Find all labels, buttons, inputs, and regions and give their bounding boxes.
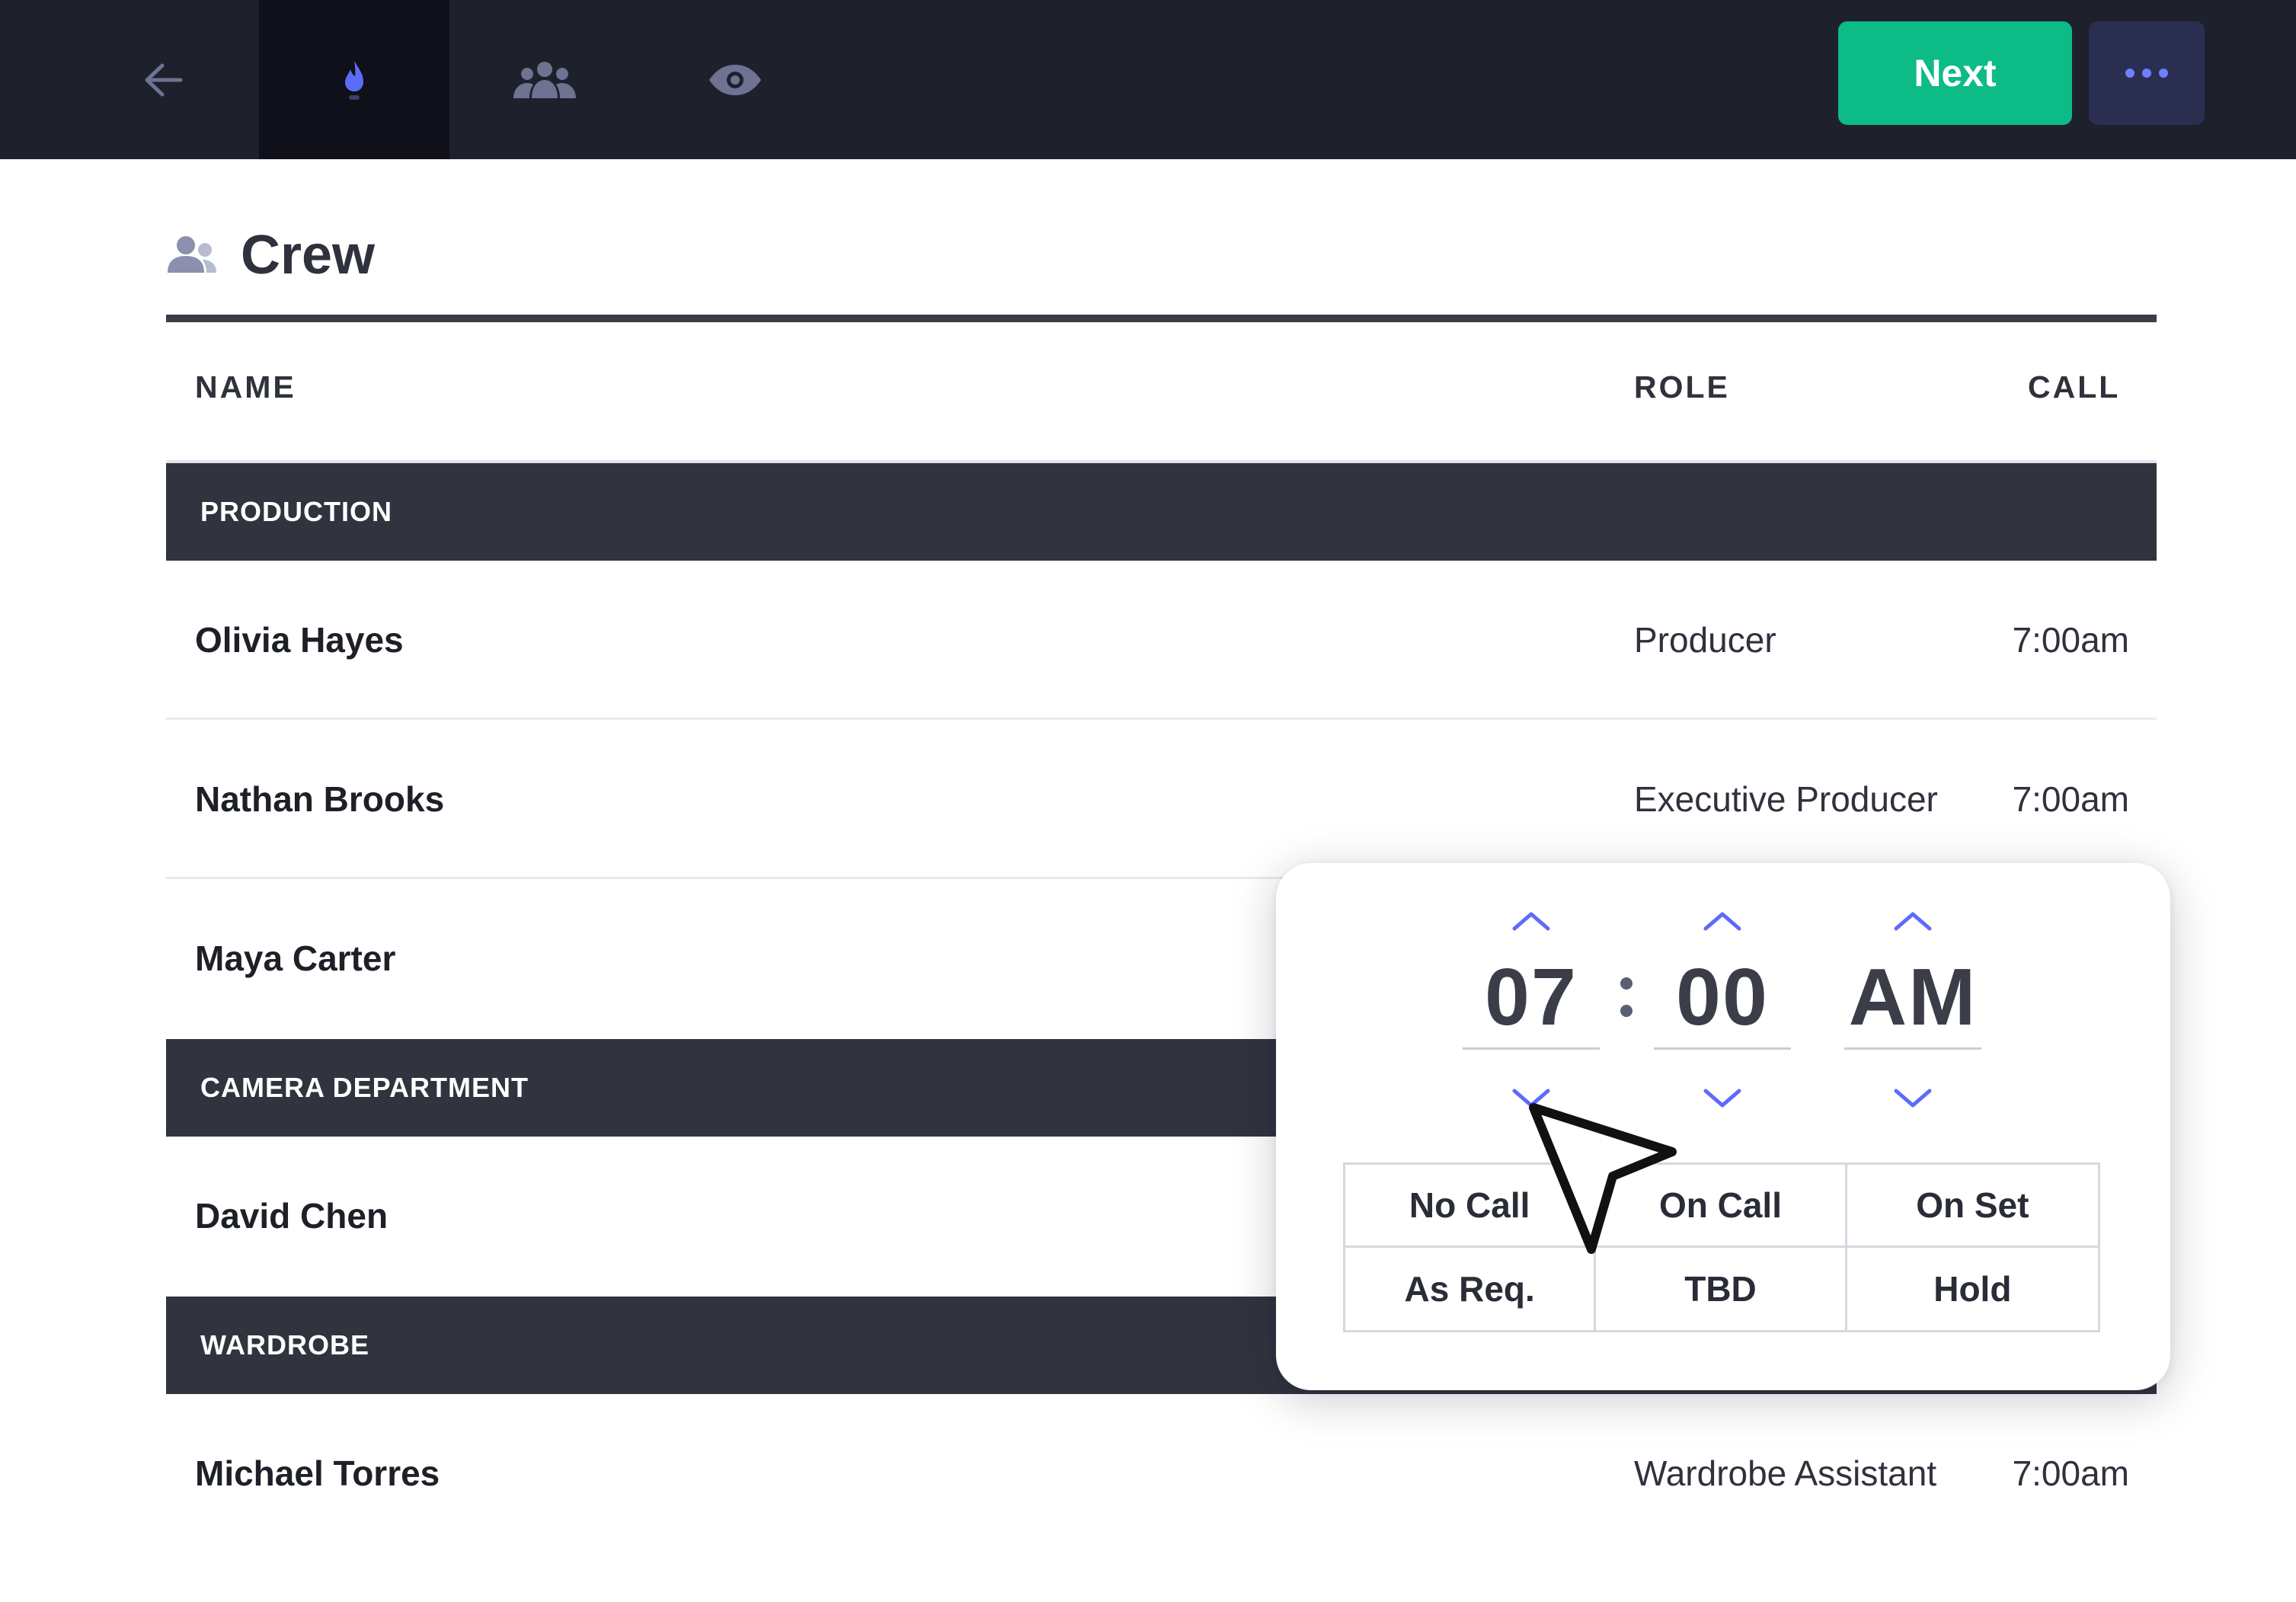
option-as-required[interactable]: As Req. [1345,1247,1597,1330]
time-separator [1615,956,1638,1032]
crew-call-time[interactable]: 7:00am [2013,1394,2129,1552]
column-header-role[interactable]: ROLE [1634,369,1730,405]
group-label: PRODUCTION [200,496,392,527]
title-divider [166,315,2157,322]
option-hold[interactable]: Hold [1847,1248,2098,1331]
eye-icon [709,64,761,95]
column-header-call[interactable]: CALL [2028,369,2120,405]
crew-call-time[interactable]: 7:00am [2013,561,2129,719]
table-row[interactable]: Michael Torres Wardrobe Assistant 7:00am [166,1394,2157,1552]
tab-preview[interactable] [640,0,830,159]
option-on-call[interactable]: On Call [1596,1165,1847,1248]
table-row[interactable]: Olivia Hayes Producer 7:00am [166,561,2157,719]
minute-underline [1654,1047,1791,1050]
minute-increment-button[interactable] [1700,906,1745,936]
group-label: WARDROBE [200,1329,369,1361]
crew-role: Executive Producer [1634,779,1938,819]
more-options-button[interactable] [2089,21,2205,125]
chevron-up-icon [1894,912,1932,931]
chevron-down-icon [1894,1089,1932,1108]
top-toolbar: Next [0,0,2296,159]
crew-role: Producer [1634,620,1776,660]
group-label: CAMERA DEPARTMENT [200,1072,529,1103]
period-underline [1844,1047,1981,1050]
period-increment-button[interactable] [1890,906,1936,936]
option-tbd[interactable]: TBD [1596,1247,1847,1330]
people-icon [168,236,216,273]
option-no-call[interactable]: No Call [1345,1165,1597,1248]
next-button[interactable]: Next [1838,21,2072,125]
crew-name: Olivia Hayes [195,620,404,660]
minute-value[interactable]: 00 [1654,951,1791,1043]
hour-increment-button[interactable] [1508,906,1554,936]
group-header-production: PRODUCTION [166,463,2157,561]
chevron-up-icon [1703,912,1741,931]
chevron-down-icon [1512,1089,1550,1108]
crew-role: Wardrobe Assistant [1634,1453,1937,1493]
period-decrement-button[interactable] [1890,1083,1936,1114]
ellipsis-icon [2125,69,2168,78]
back-button[interactable] [67,0,257,159]
period-value[interactable]: AM [1844,951,1981,1043]
flame-icon [345,59,363,100]
chevron-up-icon [1512,912,1550,931]
chevron-down-icon [1703,1089,1741,1108]
crew-name: Michael Torres [195,1453,440,1493]
tab-call-sheet[interactable] [259,0,449,159]
option-on-set[interactable]: On Set [1847,1165,2098,1248]
crew-section-header: Crew [166,221,375,289]
back-arrow-icon [145,63,183,96]
crew-name: Nathan Brooks [195,779,445,819]
column-header-name[interactable]: NAME [195,369,296,405]
call-status-options: No Call On Call On Set As Req. TBD Hold [1343,1162,2100,1332]
table-row[interactable]: Nathan Brooks Executive Producer 7:00am [166,720,2157,878]
crew-name: David Chen [195,1196,389,1236]
crew-call-time[interactable]: 7:00am [2013,720,2129,878]
page-title: Crew [241,225,376,286]
hour-value[interactable]: 07 [1463,951,1600,1043]
period-spinner: AM [1844,906,1981,1127]
hour-underline [1463,1047,1600,1050]
team-icon [513,61,576,98]
hour-spinner: 07 [1463,906,1600,1127]
minute-spinner: 00 [1654,906,1791,1127]
call-time-picker: 07 00 AM No Call On Call On Set As Req. … [1276,863,2170,1390]
crew-name: Maya Carter [195,938,396,978]
hour-decrement-button[interactable] [1508,1083,1554,1114]
minute-decrement-button[interactable] [1700,1083,1745,1114]
tab-crew[interactable] [449,0,640,159]
